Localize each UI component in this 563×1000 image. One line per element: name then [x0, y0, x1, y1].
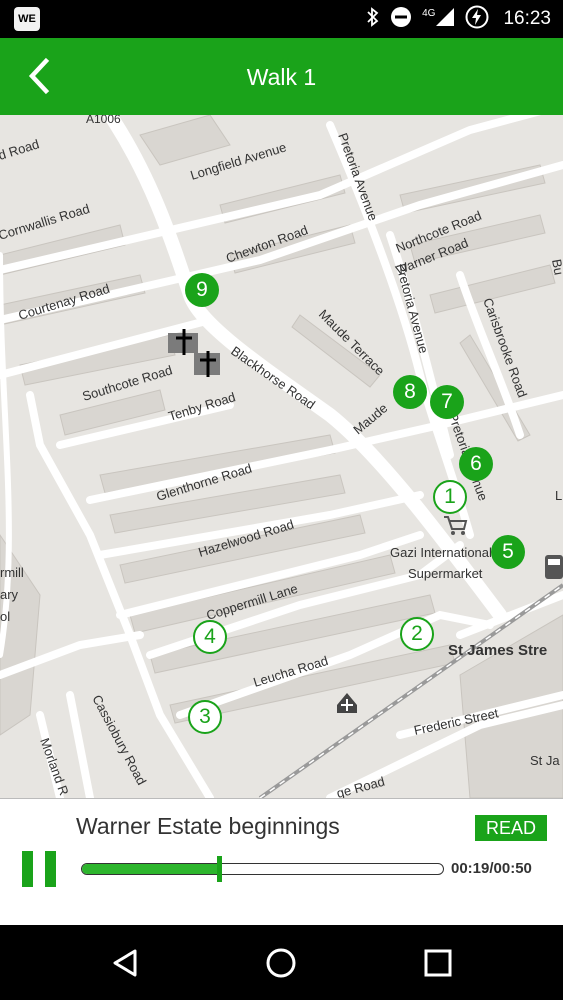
battery-saver-icon [465, 5, 489, 34]
church-icon [194, 351, 220, 377]
road-label: A1006 [86, 115, 121, 126]
read-button[interactable]: READ [475, 815, 547, 841]
walk-stop-marker[interactable]: 9 [185, 273, 219, 307]
system-nav-bar [0, 925, 563, 1000]
progress-fill [82, 864, 220, 874]
road-label: d Road [0, 136, 41, 163]
poi-label: Gazi International [390, 545, 492, 560]
cell-signal-icon [435, 7, 455, 32]
recents-square-icon [424, 949, 452, 977]
walk-stop-marker[interactable]: 5 [491, 535, 525, 569]
road-label: Blackhorse Road [228, 343, 318, 412]
nav-recents-button[interactable] [418, 943, 458, 983]
status-bar: WE 4G 16:23 [0, 0, 563, 38]
time-readout: 00:19/00:50 [451, 860, 532, 877]
road-label: ge Road [335, 774, 386, 798]
road-label: L [555, 488, 562, 503]
system-icons: 4G 16:23 [366, 0, 551, 38]
track-title: Warner Estate beginnings [76, 813, 340, 839]
do-not-disturb-icon [390, 6, 412, 33]
app-bar: Walk 1 [0, 38, 563, 115]
road-label: ary [0, 587, 19, 602]
nav-back-button[interactable] [105, 943, 145, 983]
road-label: Pretoria Avenue [335, 131, 381, 223]
walk-map[interactable]: Warner Road Longfield Avenue Cornwallis … [0, 115, 563, 798]
poi-label: Supermarket [408, 566, 483, 581]
progress-handle[interactable] [216, 856, 222, 882]
train-station-icon [545, 555, 563, 579]
road-label: St James Stre [448, 642, 547, 659]
walk-stop-marker[interactable]: 8 [393, 375, 427, 409]
audio-player: Warner Estate beginnings READ 00:19/00:5… [0, 798, 563, 925]
app-badge: WE [14, 7, 40, 31]
home-circle-icon [266, 948, 296, 978]
medical-icon [337, 693, 357, 713]
walk-stop-marker[interactable]: 1 [433, 480, 467, 514]
progress-bar[interactable] [81, 863, 444, 875]
pause-button[interactable] [22, 851, 58, 887]
walk-stop-marker[interactable]: 4 [193, 620, 227, 654]
walk-stop-marker[interactable]: 7 [430, 385, 464, 419]
road-label: St Ja [530, 753, 560, 768]
walk-stop-marker[interactable]: 6 [459, 447, 493, 481]
network-type: 4G [422, 7, 436, 19]
nav-home-button[interactable] [261, 943, 301, 983]
road-label: Morland R [37, 736, 72, 797]
road-label: Cassiobury Road [89, 692, 149, 787]
road-label: ol [0, 609, 10, 624]
walk-stop-marker[interactable]: 3 [188, 700, 222, 734]
walk-stop-marker[interactable]: 2 [400, 617, 434, 651]
road-label: rmill [0, 565, 24, 580]
bluetooth-icon [366, 6, 380, 32]
page-title: Walk 1 [246, 64, 317, 90]
clock: 16:23 [503, 8, 551, 29]
back-triangle-icon [113, 949, 137, 977]
road-label: Maude [350, 400, 390, 437]
road-label: Tenby Road [166, 389, 237, 424]
